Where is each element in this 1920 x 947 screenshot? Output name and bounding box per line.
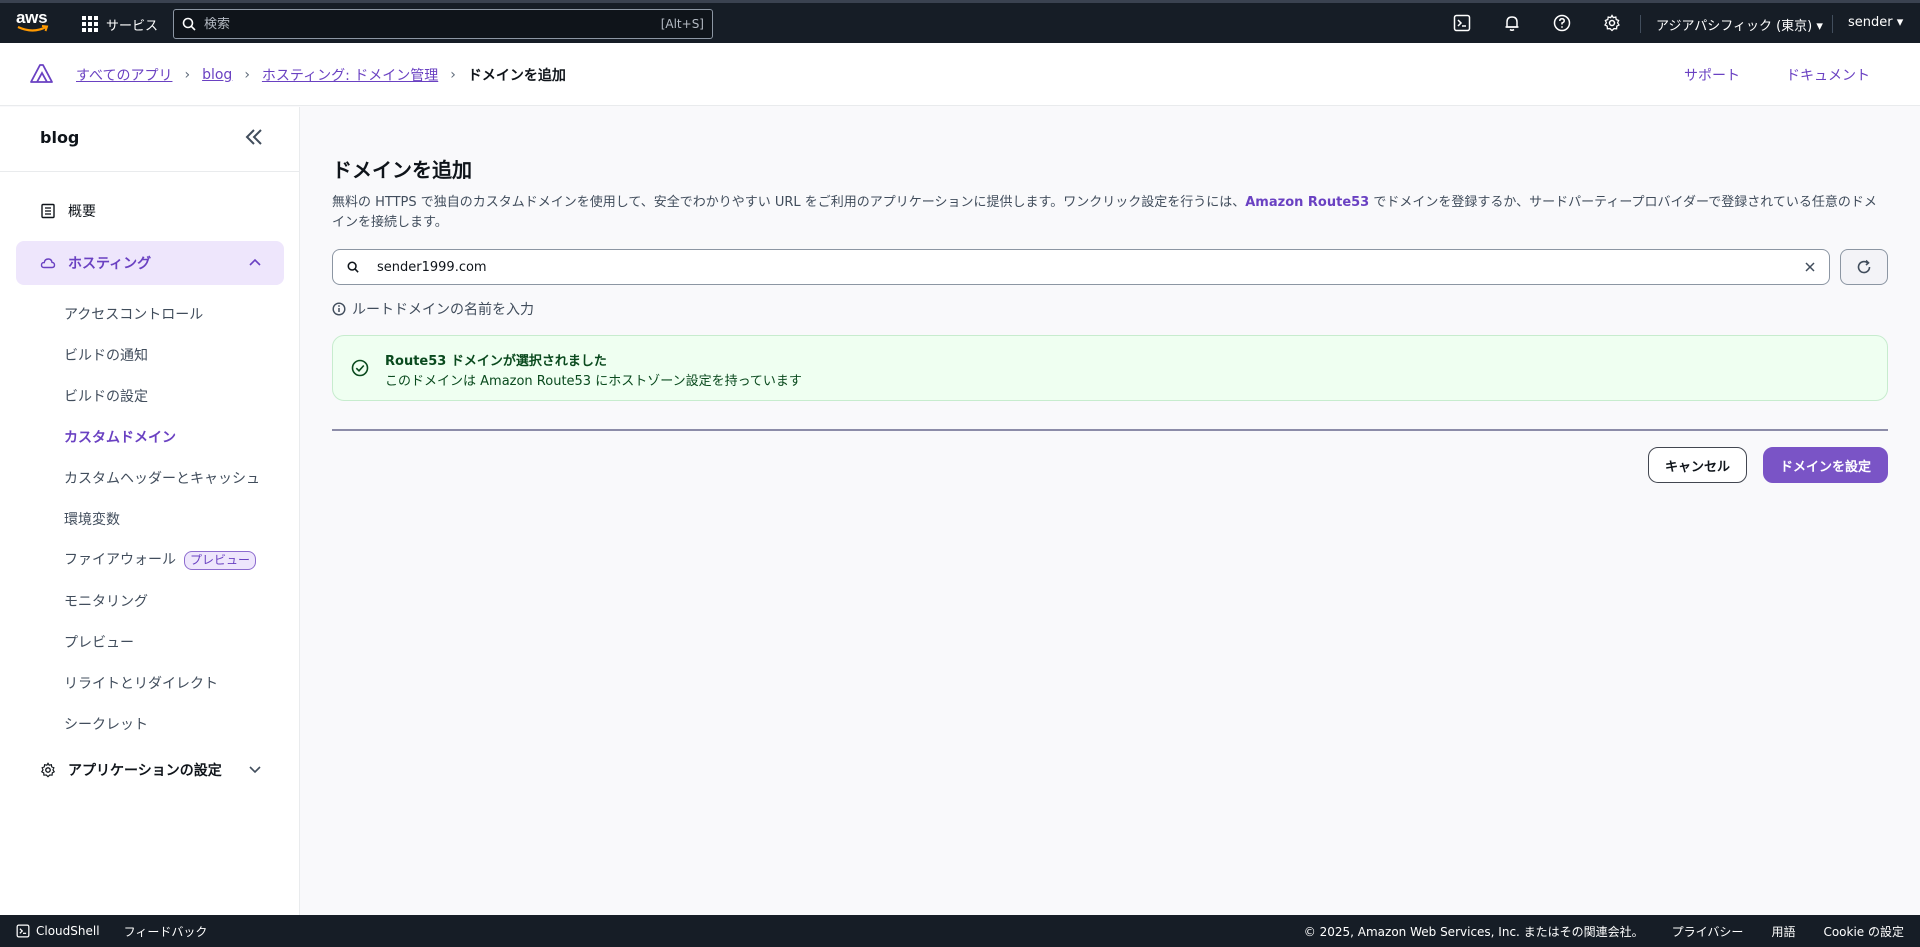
description-text: 無料の HTTPS で独自のカスタムドメインを使用して、安全でわかりやすい UR… <box>332 195 1246 210</box>
chevron-right-icon: › <box>184 67 191 83</box>
sidebar-subitem-environment-variables[interactable]: 環境変数 <box>64 509 120 529</box>
settings-gear-icon <box>40 762 56 778</box>
domain-hint: ルートドメインの名前を入力 <box>332 299 1888 319</box>
cookie-settings-link[interactable]: Cookie の設定 <box>1823 923 1904 940</box>
breadcrumb-blog[interactable]: blog <box>202 67 232 83</box>
chevron-right-icon: › <box>244 67 250 83</box>
footer: CloudShell フィードバック © 2025, Amazon Web Se… <box>0 915 1920 947</box>
top-navigation: aws サービス [Alt+S] アジアパシフィック (東京) ▾ s <box>0 0 1920 43</box>
sidebar-item-hosting[interactable]: ホスティング <box>16 241 284 285</box>
sidebar-item-overview[interactable]: 概要 <box>16 189 284 233</box>
breadcrumb-domain-management[interactable]: ホスティング: ドメイン管理 <box>262 65 438 85</box>
sidebar-subitem-label: ファイアウォール <box>64 552 176 568</box>
hint-text: ルートドメインの名前を入力 <box>352 302 534 318</box>
sidebar-subitem-build-notifications[interactable]: ビルドの通知 <box>64 345 148 365</box>
chevron-right-icon: › <box>450 67 456 83</box>
breadcrumb-all-apps[interactable]: すべてのアプリ <box>76 65 172 85</box>
cloudshell-icon[interactable] <box>1450 11 1474 35</box>
support-link[interactable]: サポート <box>1684 65 1740 85</box>
section-divider <box>332 429 1888 431</box>
nav-divider <box>1640 15 1641 33</box>
privacy-link[interactable]: プライバシー <box>1672 923 1744 940</box>
preview-badge: プレビュー <box>184 551 257 570</box>
grid-icon <box>82 16 98 32</box>
account-menu[interactable]: sender ▾ <box>1848 15 1903 30</box>
sidebar-subitem-secrets[interactable]: シークレット <box>64 714 148 734</box>
copyright-text: © 2025, Amazon Web Services, Inc. またはその関… <box>1303 924 1644 939</box>
breadcrumb-current: ドメインを追加 <box>467 68 566 84</box>
sidebar-app-name: blog <box>40 128 80 147</box>
collapse-sidebar-icon[interactable] <box>244 127 264 147</box>
alert-message: このドメインは Amazon Route53 にホストゾーン設定を持っています <box>385 374 802 389</box>
sidebar-item-label: 概要 <box>68 204 96 220</box>
sidebar-subitem-monitoring[interactable]: モニタリング <box>64 591 148 611</box>
configure-domain-button[interactable]: ドメインを設定 <box>1762 447 1888 483</box>
sidebar-subitem-custom-domains[interactable]: カスタムドメイン <box>64 427 176 447</box>
cloudshell-icon <box>16 924 30 938</box>
search-shortcut: [Alt+S] <box>660 17 704 31</box>
clear-icon[interactable] <box>1805 262 1815 272</box>
global-search[interactable]: [Alt+S] <box>173 9 713 39</box>
alert-title: Route53 ドメインが選択されました <box>385 354 607 369</box>
cloudshell-label: CloudShell <box>36 924 100 938</box>
success-alert: Route53 ドメインが選択されました このドメインは Amazon Rout… <box>332 335 1888 401</box>
aws-logo-text: aws <box>16 8 48 27</box>
breadcrumb-bar: すべてのアプリ › blog › ホスティング: ドメイン管理 › ドメインを追… <box>0 43 1920 106</box>
amplify-logo-icon[interactable] <box>30 63 56 83</box>
refresh-icon <box>1857 259 1871 274</box>
cancel-button[interactable]: キャンセル <box>1647 447 1747 483</box>
main-content: ドメインを追加 無料の HTTPS で独自のカスタムドメインを使用して、安全でわ… <box>332 150 1888 483</box>
services-menu-button[interactable]: サービス <box>82 13 158 35</box>
notifications-bell-icon[interactable] <box>1500 11 1524 35</box>
terms-link[interactable]: 用語 <box>1771 923 1795 940</box>
aws-logo[interactable]: aws <box>16 9 52 37</box>
domain-input[interactable] <box>377 259 1806 275</box>
page-title: ドメインを追加 <box>332 158 472 182</box>
sidebar-header: blog <box>0 107 299 172</box>
search-icon <box>182 17 196 31</box>
chevron-down-icon <box>249 766 261 774</box>
chevron-up-icon <box>249 258 261 266</box>
search-input[interactable] <box>204 16 661 32</box>
sidebar-item-app-settings[interactable]: アプリケーションの設定 <box>16 748 284 792</box>
sidebar-subitem-access-control[interactable]: アクセスコントロール <box>64 304 203 324</box>
region-selector[interactable]: アジアパシフィック (東京) ▾ <box>1656 15 1823 34</box>
sidebar-subitem-custom-headers[interactable]: カスタムヘッダーとキャッシュ <box>64 468 260 488</box>
feedback-link[interactable]: フィードバック <box>124 923 208 940</box>
sidebar-subitem-firewall[interactable]: ファイアウォール プレビュー <box>64 549 257 570</box>
domain-search-field[interactable] <box>332 249 1831 285</box>
search-icon <box>347 261 359 273</box>
document-list-icon <box>41 203 55 219</box>
documentation-link[interactable]: ドキュメント <box>1786 65 1870 85</box>
success-check-icon <box>351 359 369 377</box>
sidebar-item-label: アプリケーションの設定 <box>68 763 222 779</box>
page-description: 無料の HTTPS で独自のカスタムドメインを使用して、安全でわかりやすい UR… <box>332 193 1888 233</box>
sidebar-subitem-previews[interactable]: プレビュー <box>64 632 134 652</box>
sidebar-item-label: ホスティング <box>68 256 152 272</box>
sidebar-subitem-rewrites-redirects[interactable]: リライトとリダイレクト <box>64 673 218 693</box>
sidebar: blog 概要 ホスティング アクセスコントロール ビルドの通知 ビルドの設定 … <box>0 107 300 915</box>
refresh-button[interactable] <box>1840 249 1888 285</box>
cloudshell-button[interactable]: CloudShell <box>16 924 100 938</box>
breadcrumb: すべてのアプリ › blog › ホスティング: ドメイン管理 › ドメインを追… <box>76 65 566 85</box>
help-icon[interactable] <box>1550 11 1574 35</box>
info-icon <box>332 302 346 316</box>
sidebar-subitem-build-settings[interactable]: ビルドの設定 <box>64 386 148 406</box>
cloud-icon <box>40 258 56 269</box>
nav-divider <box>1832 15 1833 33</box>
settings-gear-icon[interactable] <box>1600 11 1624 35</box>
route53-link[interactable]: Amazon Route53 <box>1245 195 1369 210</box>
services-label: サービス <box>106 18 159 34</box>
